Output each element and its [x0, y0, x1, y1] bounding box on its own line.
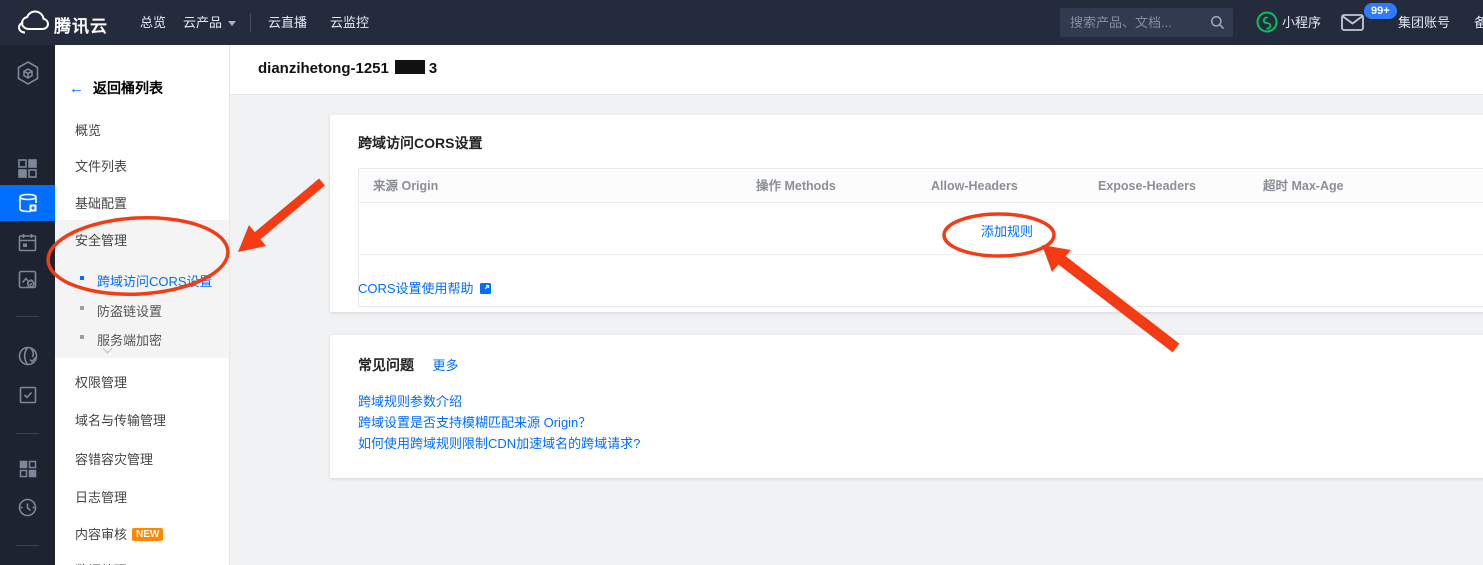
sidebar-subitem-server-side-encryption[interactable]: 服务端加密 [97, 330, 162, 349]
external-link-icon [479, 282, 492, 295]
nav-item-beian-clipped[interactable]: 备 [1474, 0, 1483, 45]
mail-icon[interactable] [1341, 14, 1364, 31]
cors-settings-card: 跨域访问CORS设置 来源 Origin 操作 Methods Allow-He… [330, 115, 1483, 312]
bucket-name-title: dianzihetong-12513 [258, 60, 437, 77]
nav-item-products[interactable]: 云产品 [183, 0, 236, 45]
sidebar-item-fault-tolerance-management[interactable]: 容错容灾管理 [75, 449, 153, 468]
rail-divider [16, 316, 39, 317]
faq-link-cdn-cors-restrict[interactable]: 如何使用跨域规则限制CDN加速域名的跨域请求? [358, 433, 640, 454]
sidebar-subitem-cors-settings[interactable]: 跨域访问CORS设置 [97, 271, 213, 290]
search-box [1060, 8, 1233, 37]
network-globe-icon[interactable] [0, 338, 55, 374]
cors-help-link[interactable]: CORS设置使用帮助 [358, 278, 492, 297]
nav-item-overview[interactable]: 总览 [140, 0, 166, 45]
sidebar-item-overview[interactable]: 概览 [75, 120, 101, 139]
faq-link-fuzzy-origin-match[interactable]: 跨域设置是否支持模糊匹配来源 Origin？ [358, 412, 640, 433]
mail-badge: 99+ [1364, 3, 1397, 19]
storage-bucket-icon[interactable] [0, 185, 55, 221]
faq-more-link[interactable]: 更多 [432, 355, 458, 374]
console-home-icon[interactable] [0, 55, 55, 91]
col-origin: 来源 Origin [373, 169, 438, 203]
sidebar-item-basic-config[interactable]: 基础配置 [75, 193, 127, 212]
nav-divider [250, 13, 251, 32]
mini-program-icon[interactable] [1256, 11, 1278, 33]
brand-name[interactable]: 腾讯云 [54, 12, 108, 37]
bucket-sidebar: ←返回桶列表 概览 文件列表 基础配置 安全管理 跨域访问CORS设置 防盗链设… [55, 45, 230, 565]
faq-card-title: 常见问题 [358, 355, 414, 375]
faq-card: 常见问题 更多 跨域规则参数介绍 跨域设置是否支持模糊匹配来源 Origin？ … [330, 335, 1483, 478]
rail-divider [16, 433, 39, 434]
redaction-box [395, 60, 425, 74]
back-to-bucket-list[interactable]: ←返回桶列表 [69, 78, 163, 98]
tencent-cloud-console: 腾讯云 总览 云产品 云直播 云监控 小程序 99+ 集团账号 备 [0, 0, 1483, 565]
calendar-icon[interactable] [0, 224, 55, 260]
sidebar-item-log-management[interactable]: 日志管理 [75, 487, 127, 506]
top-navbar: 腾讯云 总览 云产品 云直播 云监控 小程序 99+ 集团账号 备 [0, 0, 1483, 45]
cors-empty-row: 添加规则 [359, 204, 1483, 255]
tencent-cloud-logo-icon[interactable] [15, 9, 51, 35]
account-menu[interactable]: 集团账号 [1398, 0, 1450, 45]
apps-grid-icon[interactable] [0, 451, 55, 487]
sidebar-item-data-processing-clipped[interactable]: 数据处理 [75, 560, 127, 565]
col-allow-headers: Allow-Headers [931, 169, 1018, 203]
mini-program-label[interactable]: 小程序 [1282, 0, 1321, 45]
faq-links: 跨域规则参数介绍 跨域设置是否支持模糊匹配来源 Origin？ 如何使用跨域规则… [358, 391, 640, 454]
faq-link-cors-params[interactable]: 跨域规则参数介绍 [358, 391, 640, 412]
task-checkbox-icon[interactable] [0, 377, 55, 413]
image-service-icon[interactable] [0, 261, 55, 297]
search-input[interactable] [1060, 8, 1233, 37]
sidebar-item-security-management[interactable]: 安全管理 [75, 230, 127, 249]
nav-item-live[interactable]: 云直播 [268, 0, 307, 45]
nav-item-monitor[interactable]: 云监控 [330, 0, 369, 45]
icon-rail [0, 45, 55, 565]
sidebar-item-domain-transfer-management[interactable]: 域名与传输管理 [75, 410, 166, 429]
bullet-icon [80, 276, 84, 280]
col-methods: 操作 Methods [756, 169, 836, 203]
new-badge: NEW [132, 528, 163, 541]
sidebar-subitem-hotlink-protection[interactable]: 防盗链设置 [97, 301, 162, 320]
sidebar-item-content-moderation[interactable]: 内容审核NEW [75, 524, 163, 543]
search-icon[interactable] [1210, 15, 1225, 30]
monitor-clock-icon[interactable] [0, 489, 55, 525]
cors-rules-table: 来源 Origin 操作 Methods Allow-Headers Expos… [358, 168, 1483, 307]
bullet-icon [80, 306, 84, 310]
back-arrow-icon: ← [69, 80, 84, 97]
sidebar-item-file-list[interactable]: 文件列表 [75, 156, 127, 175]
chevron-down-icon [228, 21, 236, 26]
dashboard-grid-icon[interactable] [0, 150, 55, 186]
main-content: dianzihetong-12513 跨域访问CORS设置 来源 Origin … [230, 45, 1483, 565]
bullet-icon [80, 335, 84, 339]
cors-table-header: 来源 Origin 操作 Methods Allow-Headers Expos… [359, 169, 1483, 203]
cors-card-title: 跨域访问CORS设置 [358, 133, 482, 153]
add-rule-link[interactable]: 添加规则 [981, 221, 1033, 240]
col-max-age: 超时 Max-Age [1263, 169, 1344, 203]
rail-divider [16, 545, 39, 546]
bucket-header-bar: dianzihetong-12513 [230, 45, 1483, 95]
sidebar-item-permission-management[interactable]: 权限管理 [75, 372, 127, 391]
col-expose-headers: Expose-Headers [1098, 169, 1196, 203]
